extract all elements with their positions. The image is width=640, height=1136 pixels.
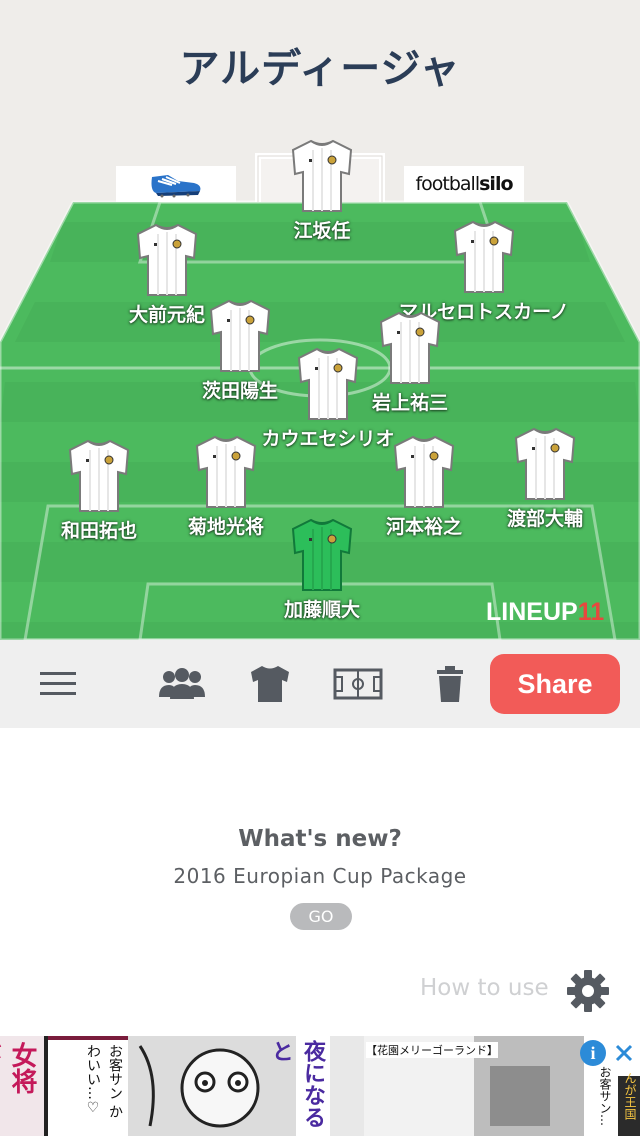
- shirt-icon[interactable]: [248, 662, 292, 706]
- sponsor-board-right: football silo: [404, 166, 524, 202]
- logo-number: 11: [577, 598, 605, 626]
- jersey-icon: [68, 439, 130, 512]
- sponsor-brand-regular: football: [415, 173, 480, 195]
- player-name: 渡部大輔: [506, 508, 583, 530]
- gear-icon[interactable]: [565, 968, 611, 1014]
- jersey-icon: [195, 435, 257, 508]
- how-to-use-link[interactable]: How to use: [420, 975, 549, 1001]
- hamburger-menu-icon[interactable]: [36, 662, 80, 706]
- logo-text: LINEUP: [486, 598, 578, 626]
- lineup11-logo: LINEUP11: [486, 598, 604, 627]
- player-10[interactable]: 渡部大輔: [445, 426, 640, 531]
- close-icon[interactable]: [612, 1040, 636, 1066]
- ad-text-kingdom: んが王国: [623, 1072, 637, 1120]
- package-subtitle: 2016 Europian Cup Package: [173, 864, 467, 888]
- jersey-icon: [136, 223, 198, 296]
- pitch-icon[interactable]: [332, 662, 384, 706]
- ad-text-bubble: お客サン かわいい…♡: [85, 1044, 123, 1119]
- share-button[interactable]: Share: [490, 654, 620, 714]
- ad-text-left: 女将が…: [0, 1042, 37, 1094]
- trash-icon[interactable]: [432, 662, 468, 706]
- ad-text-night: 夜になると: [268, 1040, 325, 1128]
- jersey-icon: [291, 139, 353, 212]
- team-name-title[interactable]: アルディージャ: [0, 36, 640, 94]
- info-icon[interactable]: i: [580, 1040, 606, 1066]
- player-11[interactable]: 加藤順大: [222, 517, 422, 622]
- jersey-icon: [514, 427, 576, 500]
- ad-text-title: 【花園メリーゴーランド】: [366, 1042, 498, 1058]
- ad-banner[interactable]: 女将が… お客サン かわいい…♡ 夜になると 【花園メリーゴーランド】 お客サン…: [0, 1036, 640, 1136]
- player-name: 加藤順大: [283, 599, 360, 621]
- sponsor-brand-bold: silo: [479, 173, 513, 195]
- whats-new-heading: What's new?: [238, 826, 402, 852]
- sponsor-board-left: [116, 166, 236, 202]
- lineup-board: アルディージャ football silo 江坂任 大前元紀 マルセロトスカーノ 茨田陽…: [0, 0, 640, 640]
- go-button[interactable]: GO: [290, 903, 352, 930]
- player-3[interactable]: マルセロトスカーノ: [384, 219, 584, 324]
- jersey-icon: [453, 220, 515, 293]
- jersey-icon: [291, 518, 353, 591]
- ad-text-guest: お客サン…: [598, 1066, 612, 1126]
- jersey-icon: [297, 347, 359, 420]
- football-boot-icon: [151, 175, 201, 198]
- group-icon[interactable]: [156, 662, 208, 706]
